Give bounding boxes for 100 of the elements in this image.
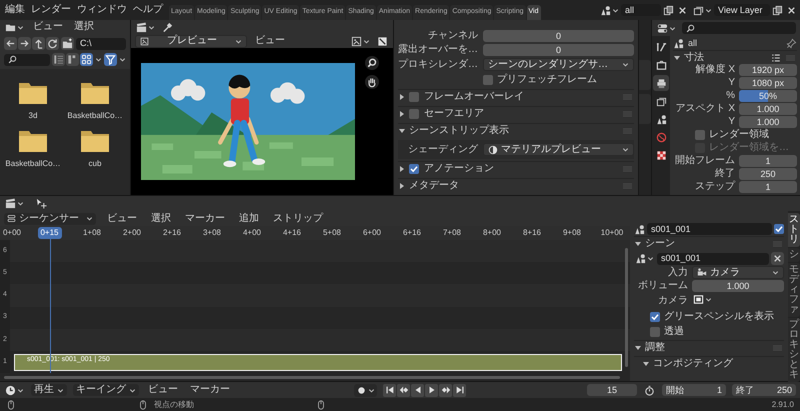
folder-icon[interactable] [80, 81, 110, 105]
number-field[interactable]: 1920 px [739, 64, 797, 76]
menu-item[interactable]: ビュー [145, 384, 181, 396]
start-frame-field[interactable]: 開始 1 [662, 384, 726, 396]
view-layer-field[interactable]: View Layer [714, 4, 770, 16]
menu-item[interactable]: マーカー [187, 384, 233, 396]
next-keyframe-button[interactable] [439, 384, 452, 396]
dropdown-menu[interactable]: 再生 [31, 384, 67, 396]
menu-item[interactable]: ウィンドウ [74, 4, 130, 16]
play-reverse-button[interactable] [411, 384, 424, 396]
camera-selector-button[interactable] [692, 293, 713, 306]
search-field[interactable] [4, 54, 50, 66]
editor-type-button[interactable] [656, 22, 677, 34]
menu-item[interactable]: マーカー [182, 212, 228, 224]
current-frame-field[interactable]: 15 [587, 384, 637, 396]
dropdown-menu[interactable]: キーイング [73, 384, 139, 396]
menu-item[interactable]: レンダー [28, 4, 74, 16]
scrollbar[interactable] [625, 248, 628, 367]
gizmo-button[interactable] [376, 34, 389, 48]
disclosure-triangle-icon[interactable] [643, 362, 649, 366]
number-field[interactable]: 1.000 [739, 116, 797, 128]
menu-item[interactable]: 選択 [148, 212, 174, 224]
sample-button[interactable] [161, 20, 174, 34]
strip-name-field[interactable]: s001_001 [647, 223, 772, 235]
dropdown[interactable]: シーンのレンダリングサ… [483, 58, 634, 71]
overlay-button[interactable] [350, 34, 371, 48]
view-mode-dropdown[interactable]: プレビュー [135, 34, 247, 48]
display-mode-button[interactable] [66, 53, 79, 66]
panel-header[interactable]: シーンストリップ表示 [398, 123, 634, 138]
checkbox[interactable] [483, 75, 493, 85]
play-button[interactable] [425, 384, 438, 396]
drag-handle-icon[interactable] [786, 54, 795, 60]
editor-type-button[interactable] [4, 197, 25, 210]
disclosure-triangle-icon[interactable] [674, 56, 680, 60]
jump-to-end-button[interactable] [453, 384, 466, 396]
search-field[interactable] [682, 22, 796, 34]
drag-handle-icon[interactable] [623, 183, 632, 189]
drag-handle-icon[interactable] [623, 166, 632, 172]
panel-header[interactable]: フレームオーバーレイ [398, 89, 634, 104]
drag-handle-icon[interactable] [623, 111, 632, 117]
menu-item[interactable]: 選択 [71, 21, 97, 33]
mode-dropdown[interactable]: シーケンサー [4, 212, 96, 224]
disclosure-triangle-icon[interactable] [635, 242, 641, 246]
select-tool-button[interactable] [35, 197, 48, 210]
number-field[interactable]: 1080 px [739, 77, 797, 89]
forward-button[interactable] [18, 37, 31, 50]
checkbox[interactable] [409, 109, 419, 119]
refresh-button[interactable] [46, 37, 59, 50]
time-ruler[interactable]: 0+00 0+15 1+08 2+00 2+16 3+08 4+00 4+16 5+08 6+00 6+16 7+08 8+00 8+16 9+08 10+00 [0, 226, 630, 240]
folder-icon[interactable] [80, 128, 110, 153]
checkbox[interactable] [695, 130, 705, 140]
sidebar-tab[interactable]: プロキシとキ [788, 318, 800, 382]
close-button[interactable] [771, 252, 784, 265]
checkbox[interactable] [650, 327, 660, 337]
disclosure-triangle-icon[interactable] [400, 111, 404, 117]
scrollbar[interactable] [4, 376, 620, 378]
sidebar-tab[interactable]: シ [788, 248, 800, 262]
new-scene-button[interactable] [662, 4, 675, 16]
menu-item[interactable]: ビュー [252, 35, 288, 47]
panel-header[interactable]: メタデータ [398, 178, 634, 193]
number-field[interactable]: 1 [739, 181, 797, 193]
pin-icon[interactable] [786, 38, 797, 48]
list-icon[interactable] [771, 52, 781, 62]
drag-handle-icon[interactable] [773, 345, 782, 351]
drag-handle-icon[interactable] [623, 94, 632, 100]
menu-item[interactable]: ビュー [104, 212, 140, 224]
menu-item[interactable]: 編集 [2, 4, 28, 16]
current-frame-badge[interactable]: 0+15 [37, 227, 62, 239]
drag-handle-icon[interactable] [773, 241, 782, 247]
number-field[interactable]: 0 [483, 30, 634, 42]
panel-header[interactable]: セーフエリア [398, 106, 634, 121]
hand-icon[interactable] [365, 75, 379, 89]
properties-tab[interactable] [653, 75, 669, 91]
filter-button[interactable] [104, 53, 117, 66]
drag-handle-icon[interactable] [623, 128, 632, 134]
number-field[interactable]: 0 [483, 44, 634, 56]
editor-type-button[interactable] [135, 20, 156, 34]
number-field[interactable]: 1 [739, 155, 797, 167]
preview-range-button[interactable] [643, 384, 656, 396]
number-field[interactable]: 1.000 [739, 103, 797, 115]
input-dropdown[interactable]: カメラ [692, 266, 784, 279]
disclosure-triangle-icon[interactable] [635, 346, 641, 350]
number-field[interactable]: 250 [739, 168, 797, 180]
menu-item[interactable]: ビュー [30, 21, 66, 33]
checkbox[interactable] [409, 164, 419, 174]
scene-selector-button[interactable] [599, 4, 620, 16]
disclosure-triangle-icon[interactable] [400, 94, 404, 100]
end-frame-field[interactable]: 終了 250 [732, 384, 796, 396]
checkbox[interactable] [409, 92, 419, 102]
folder-icon[interactable] [18, 81, 48, 105]
jump-to-start-button[interactable] [383, 384, 396, 396]
scene-field[interactable]: s001_001 [657, 252, 769, 264]
menu-item[interactable]: ストリップ [270, 212, 326, 224]
scene-selector-button[interactable] [634, 252, 655, 265]
editor-type-button[interactable] [4, 384, 25, 396]
disclosure-triangle-icon[interactable] [400, 183, 404, 189]
zoom-icon[interactable] [365, 56, 379, 70]
auto-keying-button[interactable] [354, 384, 377, 396]
number-field[interactable]: 1.000 [692, 280, 784, 292]
new-view-layer-button[interactable] [771, 4, 784, 16]
